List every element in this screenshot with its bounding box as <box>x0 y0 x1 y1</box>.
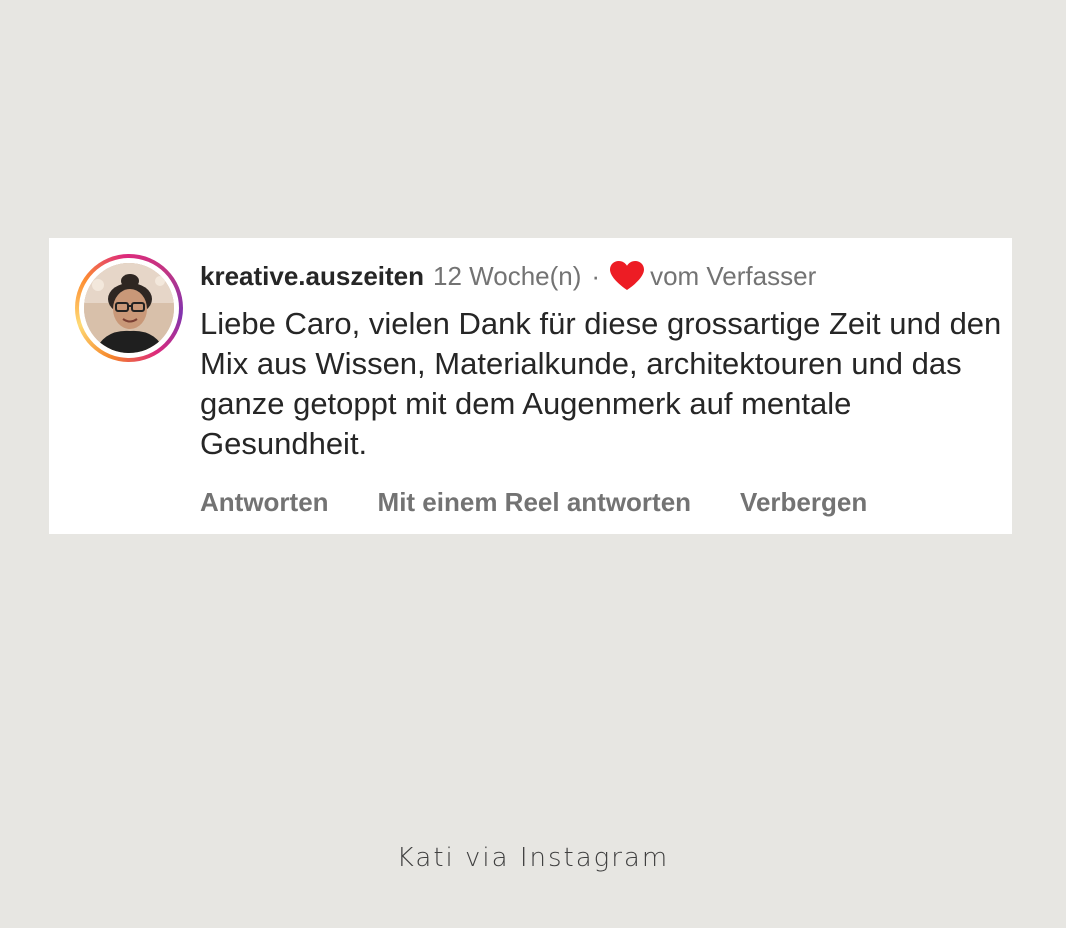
heart-icon <box>610 261 645 291</box>
comment-actions: Antworten Mit einem Reel antworten Verbe… <box>200 484 867 520</box>
liked-by-author: vom Verfasser <box>650 261 817 291</box>
comment-body: kreative.auszeiten 12 Woche(n) · vom Ver… <box>200 258 1001 464</box>
comment-text: Liebe Caro, vielen Dank für diese grossa… <box>200 306 1002 461</box>
reply-with-reel-button[interactable]: Mit einem Reel antworten <box>378 484 692 520</box>
username-link[interactable]: kreative.auszeiten <box>200 258 424 294</box>
reply-button[interactable]: Antworten <box>200 484 329 520</box>
comment-meta: kreative.auszeiten 12 Woche(n) · vom Ver… <box>200 258 1000 294</box>
avatar[interactable] <box>84 263 174 353</box>
avatar-photo <box>84 263 174 353</box>
hide-button[interactable]: Verbergen <box>740 484 867 520</box>
comment-card: kreative.auszeiten 12 Woche(n) · vom Ver… <box>49 238 1012 534</box>
comment-time[interactable]: 12 Woche(n) <box>433 258 581 294</box>
story-ring[interactable] <box>75 254 183 362</box>
image-caption: Kati via Instagram <box>396 843 670 873</box>
separator-dot: · <box>591 261 601 291</box>
